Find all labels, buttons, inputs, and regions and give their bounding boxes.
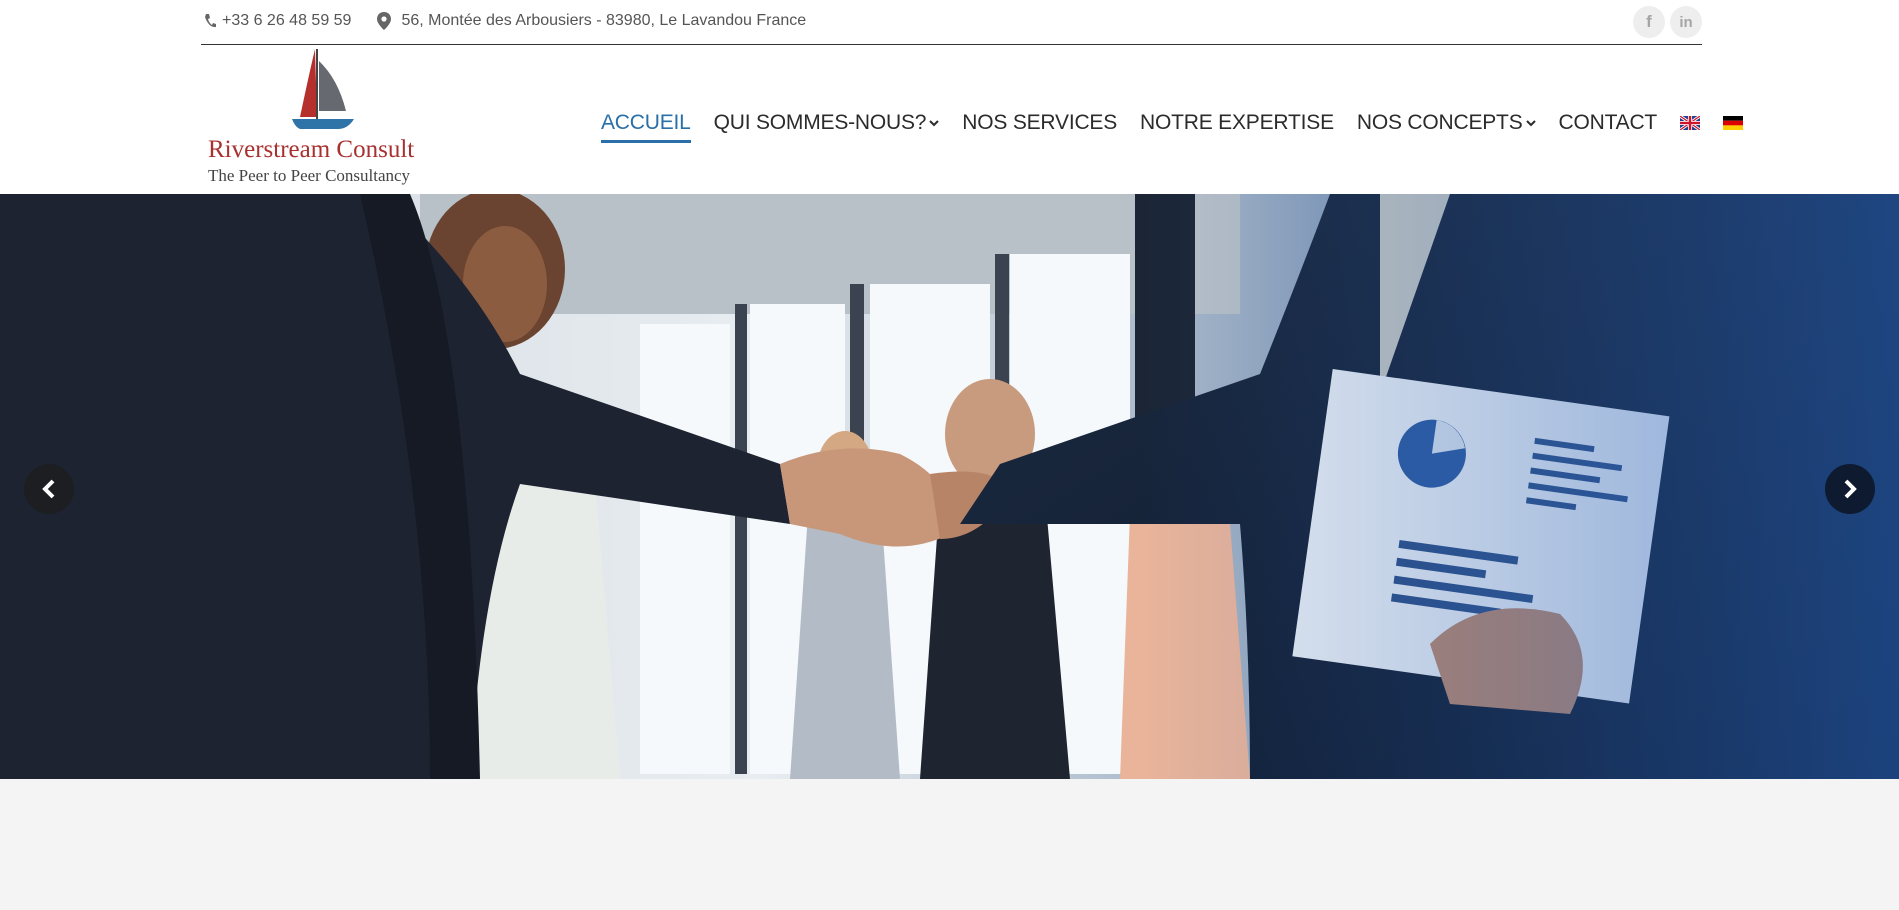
- chevron-down-icon: [1525, 120, 1536, 127]
- nav-item-label: NOS SERVICES: [962, 111, 1118, 134]
- phone-icon: [205, 14, 216, 28]
- phone-number: +33 6 26 48 59 59: [222, 12, 352, 29]
- site-logo[interactable]: Riverstream Consult The Peer to Peer Con…: [206, 49, 442, 193]
- german-flag-icon[interactable]: [1723, 116, 1744, 130]
- nav-item-qui-sommes-nous[interactable]: QUI SOMMES-NOUS?: [714, 111, 940, 135]
- nav-item-label: QUI SOMMES-NOUS?: [713, 111, 927, 134]
- nav-item-notre-expertise[interactable]: NOTRE EXPERTISE: [1140, 111, 1334, 135]
- hero-image: [0, 194, 1899, 779]
- phone-item[interactable]: +33 6 26 48 59 59: [204, 12, 351, 30]
- brand-tagline: The Peer to Peer Consultancy: [208, 166, 411, 185]
- sailboat-logo-icon: [292, 49, 354, 129]
- chevron-down-icon: [929, 120, 939, 127]
- nav-item-label: ACCUEIL: [601, 111, 691, 134]
- site-header: Riverstream Consult The Peer to Peer Con…: [0, 46, 1899, 194]
- slider-next-button[interactable]: [1825, 464, 1875, 514]
- facebook-icon[interactable]: f: [1633, 6, 1665, 38]
- nav-item-accueil[interactable]: ACCUEIL: [601, 111, 691, 143]
- brand-name: Riverstream Consult: [208, 136, 415, 163]
- location-pin-icon: [377, 12, 392, 30]
- uk-flag-icon[interactable]: [1680, 116, 1701, 130]
- hero-slider: [0, 194, 1899, 779]
- social-links: f in: [1633, 6, 1702, 38]
- nav-item-label: NOTRE EXPERTISE: [1140, 111, 1334, 134]
- address-item: 56, Montée des Arbousiers - 83980, Le La…: [377, 12, 806, 30]
- nav-item-label: NOS CONCEPTS: [1356, 111, 1523, 134]
- main-navigation: ACCUEIL QUI SOMMES-NOUS? NOS SERVICES NO…: [601, 108, 1766, 143]
- chevron-right-icon: [1844, 479, 1857, 499]
- nav-item-contact[interactable]: CONTACT: [1559, 111, 1658, 135]
- nav-item-nos-concepts[interactable]: NOS CONCEPTS: [1357, 111, 1536, 135]
- content-area: [0, 779, 1899, 910]
- top-bar: +33 6 26 48 59 59 56, Montée des Arbousi…: [201, 0, 1702, 45]
- chevron-left-icon: [42, 479, 55, 499]
- address-text: 56, Montée des Arbousiers - 83980, Le La…: [401, 12, 807, 29]
- nav-item-label: CONTACT: [1558, 111, 1658, 134]
- contact-info: +33 6 26 48 59 59 56, Montée des Arbousi…: [204, 12, 832, 30]
- linkedin-icon[interactable]: in: [1670, 6, 1702, 38]
- nav-item-nos-services[interactable]: NOS SERVICES: [962, 111, 1117, 135]
- slider-prev-button[interactable]: [24, 464, 74, 514]
